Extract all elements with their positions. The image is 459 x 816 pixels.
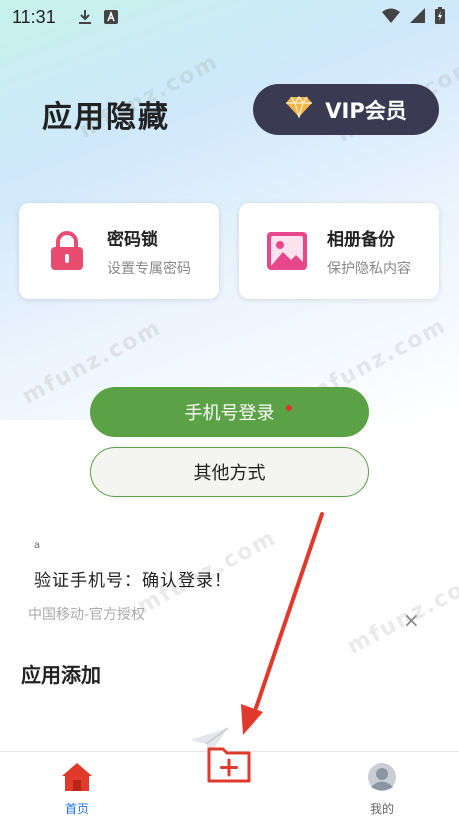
watermark: mfunz.com [343,565,459,660]
add-app-folder-button[interactable] [206,744,252,786]
home-icon [61,762,93,796]
password-lock-card[interactable]: 密码锁 设置专属密码 [19,203,219,299]
other-login-label: 其他方式 [193,463,266,484]
section-title-app-add: 应用添加 [21,663,101,687]
verify-phone-text: 验证手机号：确认登录！ [34,571,232,591]
nav-home[interactable]: 首页 [27,752,127,816]
carrier-authorization-text: 中国移动-官方授权 [28,607,146,623]
nav-mine-label: 我的 [369,802,394,816]
signal-icon [410,8,425,27]
card-subtitle: 设置专属密码 [107,260,191,277]
nav-home-label: 首页 [64,802,89,816]
folder-add-icon [206,747,252,788]
page-title: 应用隐藏 [42,100,170,135]
status-time: 11:31 [12,6,56,27]
vip-button[interactable]: VIP会员 [253,84,439,135]
phone-login-button[interactable]: 手机号登录 [90,387,369,437]
card-subtitle: 保护隐私内容 [327,260,411,277]
battery-icon [435,7,445,28]
user-avatar-icon [367,762,397,796]
close-icon[interactable]: × [403,608,420,632]
notification-a-icon [103,10,118,24]
lock-icon [45,229,89,273]
album-backup-card[interactable]: 相册备份 保护隐私内容 [239,203,439,299]
download-icon [78,9,92,25]
card-title: 密码锁 [107,229,158,250]
small-glyph: a [34,540,41,551]
status-right-icons [382,7,445,28]
nav-mine[interactable]: 我的 [332,752,432,816]
notification-dot [286,405,292,411]
card-title: 相册备份 [327,229,395,250]
wifi-icon [382,8,400,27]
status-bar: 11:31 [0,0,459,34]
diamond-icon [285,95,313,123]
photo-album-icon [265,229,309,273]
other-login-button[interactable]: 其他方式 [90,447,369,497]
vip-label: VIP会员 [325,98,407,123]
phone-login-label: 手机号登录 [184,403,275,424]
